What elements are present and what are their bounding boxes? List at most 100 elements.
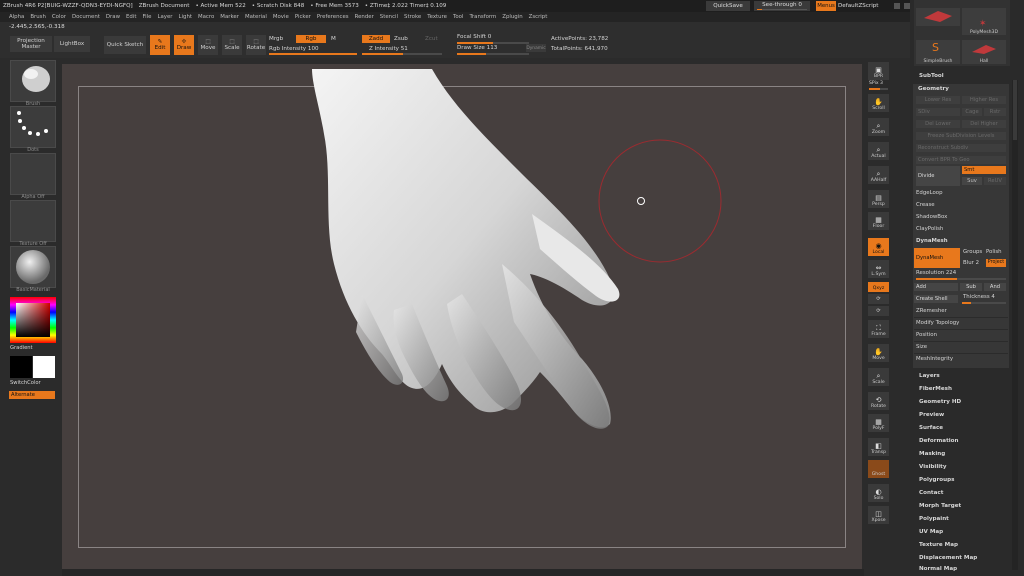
fibermesh-section[interactable]: FiberMesh	[919, 386, 952, 392]
smt-button[interactable]: Smt	[962, 166, 1006, 174]
menu-layer[interactable]: Layer	[157, 14, 172, 20]
menu-texture[interactable]: Texture	[427, 14, 447, 20]
crease-section[interactable]: Crease	[916, 202, 935, 208]
subtool-section[interactable]: SubTool	[919, 73, 944, 79]
draw-button[interactable]: ✢ Draw	[174, 35, 194, 55]
qxyz-button[interactable]: Qxyz	[868, 282, 889, 292]
color-picker[interactable]	[10, 297, 56, 343]
focal-shift-label[interactable]: Focal Shift 0	[457, 34, 491, 40]
cage-button[interactable]: Cage	[962, 108, 982, 116]
create-shell-button[interactable]: Create Shell	[914, 295, 958, 303]
quick-sketch-button[interactable]: Quick Sketch	[104, 36, 146, 54]
edit-button[interactable]: ✎ Edit	[150, 35, 170, 55]
lower-res-button[interactable]: Lower Res	[916, 96, 960, 104]
menu-draw[interactable]: Draw	[106, 14, 120, 20]
contact-section[interactable]: Contact	[919, 490, 943, 496]
rgb-intensity-slider[interactable]	[269, 53, 357, 55]
xpose-button[interactable]: ◫ Xpose	[868, 506, 889, 524]
preview-section[interactable]: Preview	[919, 412, 944, 418]
polypaint-section[interactable]: Polypaint	[919, 516, 949, 522]
menu-preferences[interactable]: Preferences	[317, 14, 349, 20]
frame-button[interactable]: ⛶ Frame	[868, 320, 889, 338]
visibility-section[interactable]: Visibility	[919, 464, 946, 470]
menu-file[interactable]: File	[142, 14, 151, 20]
edgeloop-section[interactable]: EdgeLoop	[916, 190, 943, 196]
morph-target-section[interactable]: Morph Target	[919, 503, 961, 509]
meshintegrity-section[interactable]: MeshIntegrity	[916, 356, 953, 362]
transp-button[interactable]: ◧ Transp	[868, 438, 889, 456]
menu-movie[interactable]: Movie	[273, 14, 289, 20]
zcut-button[interactable]: Zcut	[425, 36, 438, 42]
menus-button[interactable]: Menus	[816, 1, 836, 11]
freeze-subdivision-button[interactable]: Freeze SubDivision Levels	[916, 132, 1006, 140]
tool-thumb-polymesh3d[interactable]: ✶ PolyMesh3D	[962, 19, 1006, 35]
geometry-hd-section[interactable]: Geometry HD	[919, 399, 961, 405]
lightbox-button[interactable]: LightBox	[54, 36, 90, 52]
m-button[interactable]: M	[331, 36, 336, 42]
quicksave-button[interactable]: QuickSave	[706, 1, 750, 11]
project-button[interactable]: Project	[986, 259, 1006, 267]
switch-color-button[interactable]: SwitchColor	[10, 380, 41, 386]
size-section[interactable]: Size	[916, 344, 927, 350]
scroll-button[interactable]: ✋ Scroll	[868, 94, 889, 112]
zsub-button[interactable]: Zsub	[394, 36, 408, 42]
ghost-button[interactable]: Ghost	[868, 460, 889, 478]
menu-zplugin[interactable]: Zplugin	[502, 14, 522, 20]
rgb-intensity-label[interactable]: Rgb Intensity 100	[269, 46, 319, 52]
modify-topology-section[interactable]: Modify Topology	[916, 320, 959, 326]
z-intensity-slider[interactable]	[362, 53, 442, 55]
layers-section[interactable]: Layers	[919, 373, 940, 379]
menu-light[interactable]: Light	[179, 14, 192, 20]
draw-size-slider[interactable]	[457, 53, 529, 55]
polygroups-section[interactable]: Polygroups	[919, 477, 954, 483]
menu-transform[interactable]: Transform	[469, 14, 496, 20]
local-button[interactable]: ◉ Local	[868, 238, 889, 256]
geometry-section[interactable]: Geometry	[918, 86, 949, 92]
scale-view-button[interactable]: ⌕ Scale	[868, 368, 889, 386]
menu-material[interactable]: Material	[245, 14, 267, 20]
displacement-map-section[interactable]: Displacement Map	[919, 555, 977, 561]
primary-color-swatch[interactable]	[33, 356, 55, 378]
sub-button[interactable]: Sub	[960, 283, 982, 291]
solo-button[interactable]: ◐ Solo	[868, 484, 889, 502]
default-zscript-button[interactable]: DefaultZScript	[838, 1, 890, 11]
alpha-thumbnail[interactable]	[10, 153, 56, 195]
floor-button[interactable]: ▦ Floor	[868, 212, 889, 230]
dynamesh-button[interactable]: DynaMesh	[914, 248, 960, 268]
menu-macro[interactable]: Macro	[198, 14, 214, 20]
stroke-thumbnail[interactable]	[10, 106, 56, 148]
material-thumbnail[interactable]	[10, 246, 56, 288]
and-button[interactable]: And	[984, 283, 1006, 291]
gradient-label[interactable]: Gradient	[10, 345, 33, 351]
menu-marker[interactable]: Marker	[220, 14, 239, 20]
polyf-button[interactable]: ▦ PolyF	[868, 414, 889, 432]
hand-model[interactable]	[62, 64, 862, 569]
zremesher-section[interactable]: ZRemesher	[916, 308, 947, 314]
rotate-axis-z-button[interactable]: ⟳	[868, 306, 889, 316]
rgb-button[interactable]: Rgb	[296, 35, 326, 43]
zoom-button[interactable]: ⌕ Zoom	[868, 118, 889, 136]
divide-button[interactable]: Divide	[916, 166, 960, 186]
menu-stroke[interactable]: Stroke	[404, 14, 421, 20]
normal-map-section[interactable]: Normal Map	[919, 566, 957, 572]
texture-thumbnail[interactable]	[10, 200, 56, 242]
menu-alpha[interactable]: Alpha	[9, 14, 24, 20]
shadowbox-section[interactable]: ShadowBox	[916, 214, 947, 220]
rotate-view-button[interactable]: ⟲ Rotate	[868, 392, 889, 410]
focal-shift-slider[interactable]	[457, 42, 529, 44]
polish-button[interactable]: Polish	[986, 249, 1002, 255]
del-lower-button[interactable]: Del Lower	[916, 120, 960, 128]
scale-button[interactable]: ⬚ Scale	[222, 35, 242, 55]
bpr-button[interactable]: ▣ BPR	[868, 62, 889, 80]
rotate-axis-y-button[interactable]: ⟳	[868, 294, 889, 304]
rstr-button[interactable]: Rstr	[984, 108, 1006, 116]
aahalf-button[interactable]: ⌕ AAHalf	[868, 166, 889, 184]
uv-map-section[interactable]: UV Map	[919, 529, 943, 535]
actual-button[interactable]: ⌕ Actual	[868, 142, 889, 160]
brush-thumbnail[interactable]	[10, 60, 56, 102]
higher-res-button[interactable]: Higher Res	[962, 96, 1006, 104]
lsym-button[interactable]: ⇔ L.Sym	[868, 260, 889, 278]
claypolish-section[interactable]: ClayPolish	[916, 226, 943, 232]
blur-slider[interactable]: Blur 2	[963, 260, 979, 266]
thickness-slider[interactable]: Thickness 4	[963, 294, 995, 300]
